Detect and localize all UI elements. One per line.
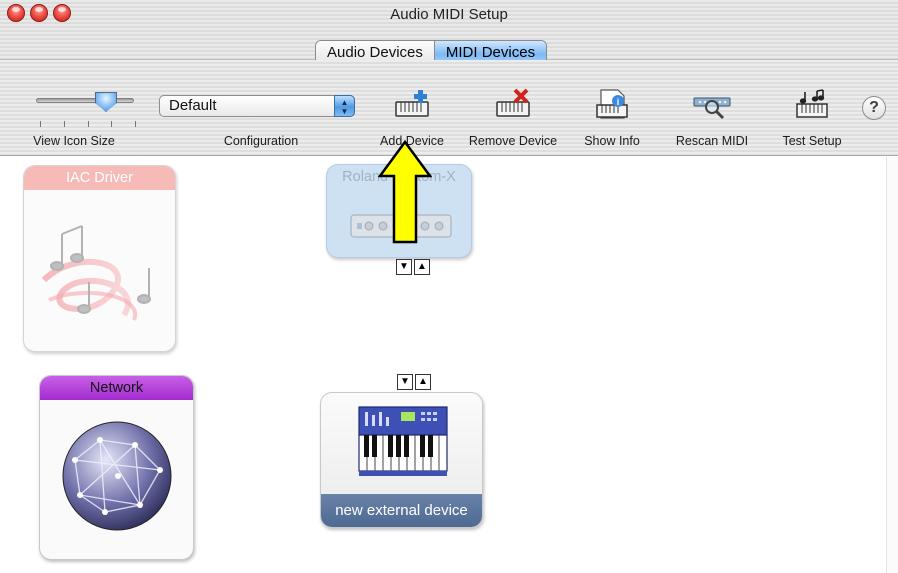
device-iac-driver[interactable]: IAC Driver (23, 165, 176, 352)
remove-device-icon (496, 88, 530, 117)
device-network[interactable]: Network (39, 375, 194, 560)
external-port-arrows[interactable]: ▼ ▲ (397, 374, 431, 390)
view-icon-size-label: View Icon Size (33, 134, 115, 148)
test-setup-button[interactable]: Test Setup (768, 84, 856, 154)
icon-size-slider-track[interactable] (36, 98, 134, 103)
device-name: new external device (321, 494, 482, 527)
port-down-icon[interactable]: ▼ (396, 259, 412, 275)
roland-port-arrows[interactable]: ▼ ▲ (396, 259, 430, 275)
device-new-external-device[interactable]: new external device (320, 392, 483, 528)
show-info-icon: i (596, 89, 628, 119)
audio-midi-setup-window: Audio MIDI Setup Audio Devices MIDI Devi… (0, 0, 898, 573)
svg-text:i: i (617, 97, 620, 107)
show-info-button[interactable]: i Show Info (572, 84, 652, 154)
device-name: Network (40, 376, 193, 400)
port-up-icon[interactable]: ▲ (415, 374, 431, 390)
window-title: Audio MIDI Setup (390, 6, 508, 23)
slider-ticks (40, 121, 136, 128)
titlebar: Audio MIDI Setup Audio Devices MIDI Devi… (0, 0, 898, 66)
add-device-icon (395, 90, 429, 117)
configuration-label: Configuration (223, 134, 299, 148)
rescan-midi-label: Rescan MIDI (675, 134, 749, 148)
remove-device-button[interactable]: Remove Device (458, 84, 568, 154)
configuration-value: Default (169, 97, 217, 114)
keyboard-synth-icon (358, 406, 448, 476)
help-button[interactable]: ? (862, 96, 886, 120)
test-setup-label: Test Setup (782, 134, 842, 148)
show-info-label: Show Info (584, 134, 640, 148)
port-up-icon[interactable]: ▲ (414, 259, 430, 275)
rescan-midi-icon (693, 97, 731, 120)
globe-network-icon (62, 421, 172, 531)
device-name: IAC Driver (24, 166, 175, 190)
port-down-icon[interactable]: ▼ (397, 374, 413, 390)
rescan-midi-button[interactable]: Rescan MIDI (664, 84, 760, 154)
music-notes-icon (41, 225, 151, 321)
test-setup-icon (796, 89, 828, 118)
remove-device-label: Remove Device (468, 134, 558, 148)
configuration-popup[interactable]: Default ▲ ▼ (159, 95, 355, 117)
yellow-up-arrow-icon (378, 140, 432, 244)
popup-arrows-icon: ▲ ▼ (334, 95, 355, 117)
scroll-edge (886, 157, 898, 573)
